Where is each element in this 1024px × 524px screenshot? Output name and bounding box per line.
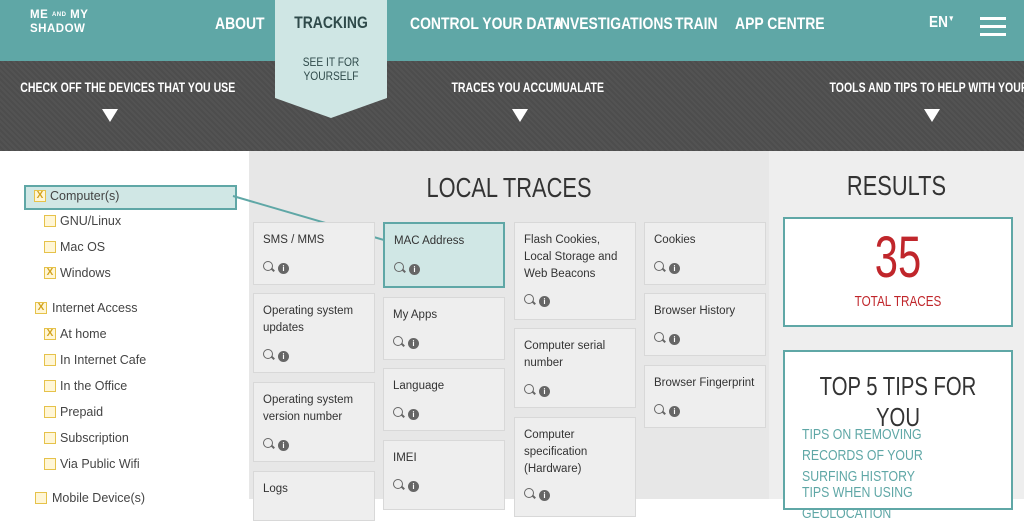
- trace-card-imei[interactable]: IMEI i: [383, 440, 505, 510]
- zoom-icon[interactable]: [524, 488, 534, 498]
- info-icon[interactable]: i: [278, 351, 289, 362]
- zoom-icon[interactable]: [393, 407, 403, 417]
- info-icon[interactable]: i: [539, 386, 550, 397]
- trace-card-sms-mms[interactable]: SMS / MMS i: [253, 222, 375, 285]
- info-icon[interactable]: i: [278, 440, 289, 451]
- zoom-icon[interactable]: [393, 336, 403, 346]
- total-traces-count: 35: [874, 225, 922, 290]
- zoom-icon[interactable]: [524, 384, 534, 394]
- trace-card-flash-cookies[interactable]: Flash Cookies, Local Storage and Web Bea…: [514, 222, 636, 320]
- info-icon[interactable]: i: [669, 263, 680, 274]
- zoom-icon[interactable]: [654, 332, 664, 342]
- trace-card-browser-fingerprint[interactable]: Browser Fingerprint i: [644, 365, 766, 428]
- zoom-icon[interactable]: [524, 294, 534, 304]
- trace-card-hardware-spec[interactable]: Computer specification (Hardware) i: [514, 417, 636, 517]
- zoom-icon[interactable]: [654, 261, 664, 271]
- trace-card-mac-address[interactable]: MAC Address i: [383, 222, 505, 288]
- zoom-icon[interactable]: [654, 404, 664, 414]
- zoom-icon[interactable]: [263, 438, 273, 448]
- trace-card-cookies[interactable]: Cookies i: [644, 222, 766, 285]
- info-icon[interactable]: i: [408, 338, 419, 349]
- info-icon[interactable]: i: [669, 406, 680, 417]
- info-icon[interactable]: i: [669, 334, 680, 345]
- trace-card-language[interactable]: Language i: [383, 368, 505, 431]
- zoom-icon[interactable]: [263, 349, 273, 359]
- info-icon[interactable]: i: [539, 296, 550, 307]
- trace-card-os-version[interactable]: Operating system version number i: [253, 382, 375, 462]
- info-icon[interactable]: i: [539, 490, 550, 501]
- trace-card-my-apps[interactable]: My Apps i: [383, 297, 505, 360]
- results-title: RESULTS: [846, 170, 947, 201]
- total-traces-label: TOTAL TRACES: [854, 293, 942, 310]
- zoom-icon[interactable]: [393, 479, 403, 489]
- tip-link-surfing-history[interactable]: TIPS ON REMOVING RECORDS OF YOUR SURFING…: [802, 424, 966, 487]
- trace-card-os-updates[interactable]: Operating system updates i: [253, 293, 375, 373]
- info-icon[interactable]: i: [278, 263, 289, 274]
- zoom-icon[interactable]: [394, 262, 404, 272]
- local-traces-title: LOCAL TRACES: [426, 172, 592, 203]
- tip-link-geolocation[interactable]: TIPS WHEN USING GEOLOCATION: [802, 482, 966, 524]
- trace-card-browser-history[interactable]: Browser History i: [644, 293, 766, 356]
- trace-card-logs[interactable]: Logs: [253, 471, 375, 521]
- info-icon[interactable]: i: [408, 481, 419, 492]
- info-icon[interactable]: i: [409, 264, 420, 275]
- zoom-icon[interactable]: [263, 261, 273, 271]
- info-icon[interactable]: i: [408, 409, 419, 420]
- trace-card-serial-number[interactable]: Computer serial number i: [514, 328, 636, 408]
